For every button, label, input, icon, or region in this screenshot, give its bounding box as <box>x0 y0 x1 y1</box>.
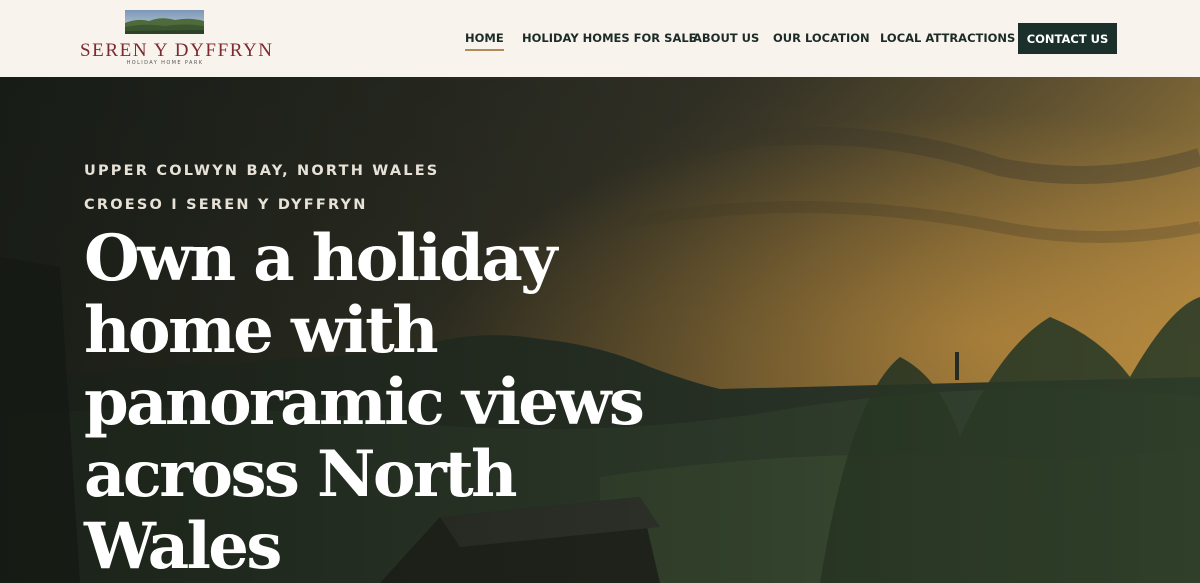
nav-local-attractions[interactable]: LOCAL ATTRACTIONS <box>880 31 1015 45</box>
nav-holiday-homes-for-sale[interactable]: HOLIDAY HOMES FOR SALE <box>522 31 697 45</box>
hero-section: UPPER COLWYN BAY, NORTH WALES CROESO I S… <box>0 77 1200 583</box>
nav-about-us[interactable]: ABOUT US <box>693 31 759 45</box>
hero-welcome-eyebrow: CROESO I SEREN Y DYFFRYN <box>84 197 368 213</box>
nav-our-location[interactable]: OUR LOCATION <box>773 31 870 45</box>
hero-location-eyebrow: UPPER COLWYN BAY, NORTH WALES <box>84 163 440 179</box>
contact-us-button[interactable]: CONTACT US <box>1018 23 1117 54</box>
main-nav: HOME HOLIDAY HOMES FOR SALE ABOUT US OUR… <box>0 0 1200 77</box>
site-header: SEREN Y DYFFRYN HOLIDAY HOME PARK HOME H… <box>0 0 1200 77</box>
hero-headline: Own a holiday home with panoramic views … <box>84 221 645 583</box>
nav-home[interactable]: HOME <box>465 31 504 51</box>
